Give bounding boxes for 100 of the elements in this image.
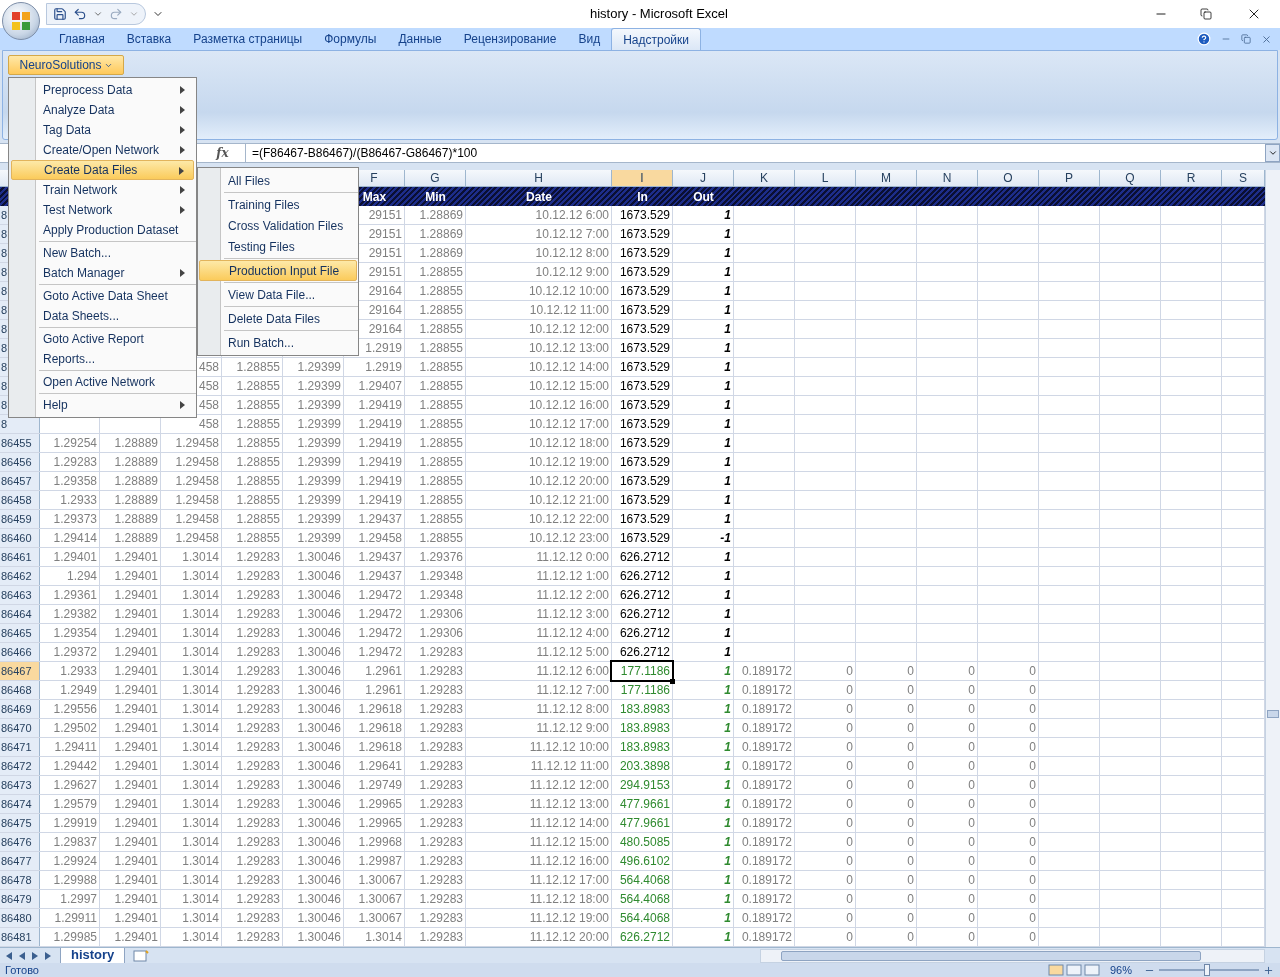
ribbon-tab[interactable]: Рецензирование xyxy=(452,28,568,50)
row-header[interactable]: 86463 xyxy=(0,586,40,604)
menu-item[interactable]: Create Data Files xyxy=(11,160,194,180)
row-header[interactable]: 86466 xyxy=(0,643,40,661)
menu-item[interactable]: Apply Production Dataset xyxy=(11,220,194,240)
menu-item[interactable]: Analyze Data xyxy=(11,100,194,120)
menu-item[interactable]: Training Files xyxy=(199,194,357,215)
caret-icon[interactable] xyxy=(129,9,139,19)
menu-item[interactable]: Train Network xyxy=(11,180,194,200)
column-header[interactable]: J xyxy=(673,170,734,186)
insert-sheet-icon[interactable] xyxy=(133,949,150,962)
row-header[interactable]: 86456 xyxy=(0,453,40,471)
ribbon-tab[interactable]: Главная xyxy=(48,28,116,50)
column-header[interactable]: G xyxy=(405,170,466,186)
table-cell-text: 0.189172 xyxy=(741,910,792,927)
menu-item[interactable]: Tag Data xyxy=(11,120,194,140)
menu-item[interactable]: Help xyxy=(11,395,194,415)
row-header[interactable]: 86471 xyxy=(0,738,40,756)
view-mode-icon[interactable] xyxy=(1083,964,1100,976)
scrollbar-thumb[interactable] xyxy=(1267,710,1279,718)
menu-item[interactable]: Preprocess Data xyxy=(11,80,194,100)
ribbon-tab[interactable]: Надстройки xyxy=(611,28,701,50)
menu-item[interactable]: Cross Validation Files xyxy=(199,215,357,236)
sheet-tab[interactable]: history xyxy=(60,947,126,964)
menu-item[interactable]: Run Batch... xyxy=(199,332,357,353)
menu-item[interactable]: Testing Files xyxy=(199,236,357,257)
row-header[interactable]: 86458 xyxy=(0,491,40,509)
zoom-slider-thumb[interactable] xyxy=(1204,964,1211,976)
column-header[interactable]: N xyxy=(917,170,978,186)
row-header[interactable]: 86455 xyxy=(0,434,40,452)
expand-formula-button[interactable] xyxy=(1265,144,1280,162)
row-header[interactable]: 86465 xyxy=(0,624,40,642)
ribbon-tab[interactable]: Формулы xyxy=(313,28,388,50)
restore-icon[interactable] xyxy=(1241,34,1251,44)
row-header[interactable]: 86472 xyxy=(0,757,40,775)
ribbon-tab[interactable]: Вставка xyxy=(115,28,183,50)
restore-icon[interactable] xyxy=(1200,8,1212,20)
column-header[interactable]: M xyxy=(856,170,917,186)
menu-item[interactable]: Production Input File xyxy=(199,260,357,281)
undo-icon[interactable] xyxy=(73,7,87,21)
menu-item[interactable]: View Data File... xyxy=(199,284,357,305)
row-header[interactable]: 86477 xyxy=(0,852,40,870)
row-header[interactable]: 86474 xyxy=(0,795,40,813)
row-header[interactable]: 86468 xyxy=(0,681,40,699)
save-icon[interactable] xyxy=(53,7,67,21)
row-header[interactable]: 86470 xyxy=(0,719,40,737)
column-header[interactable]: Q xyxy=(1100,170,1161,186)
row-header[interactable]: 86459 xyxy=(0,510,40,528)
column-header[interactable]: I xyxy=(612,170,673,186)
column-header[interactable]: O xyxy=(978,170,1039,186)
row-header[interactable]: 86478 xyxy=(0,871,40,889)
zoom-level[interactable]: 96% xyxy=(1109,961,1132,977)
vertical-scrollbar[interactable] xyxy=(1265,170,1280,947)
row-header[interactable]: 86460 xyxy=(0,529,40,547)
column-header[interactable]: P xyxy=(1039,170,1100,186)
row-header[interactable]: 86479 xyxy=(0,890,40,908)
office-button[interactable] xyxy=(2,2,40,40)
row-header[interactable]: 86461 xyxy=(0,548,40,566)
column-header[interactable]: L xyxy=(795,170,856,186)
scrollbar-thumb[interactable] xyxy=(781,950,1201,961)
ribbon-tab[interactable]: Вид xyxy=(567,28,612,50)
column-header[interactable]: R xyxy=(1161,170,1222,186)
table-cell-text: 0.189172 xyxy=(741,891,792,908)
menu-item[interactable]: Goto Active Data Sheet xyxy=(11,286,194,306)
redo-icon[interactable] xyxy=(109,7,123,21)
menu-item[interactable]: Test Network xyxy=(11,200,194,220)
help-icon[interactable] xyxy=(1197,32,1211,46)
horizontal-scrollbar[interactable] xyxy=(760,948,1265,963)
table-cell-text: 1.29419 xyxy=(358,416,402,433)
menu-item[interactable]: Open Active Network xyxy=(11,372,194,392)
table-cell-text: 1.28855 xyxy=(419,264,463,281)
ribbon-tab[interactable]: Разметка страницы xyxy=(182,28,314,50)
menu-item[interactable]: Goto Active Report xyxy=(11,329,194,349)
zoom-slider[interactable] xyxy=(1159,964,1259,976)
function-label[interactable]: fx xyxy=(216,144,229,162)
menu-item[interactable]: Reports... xyxy=(11,349,194,369)
menu-item[interactable]: Delete Data Files xyxy=(199,308,357,329)
menu-item[interactable]: Data Sheets... xyxy=(11,306,194,326)
menu-item[interactable]: Batch Manager xyxy=(11,263,194,283)
caret-icon[interactable] xyxy=(93,9,103,19)
menu-item[interactable]: Create/Open Network xyxy=(11,140,194,160)
row-header[interactable]: 86473 xyxy=(0,776,40,794)
row-header[interactable]: 86475 xyxy=(0,814,40,832)
row-header[interactable]: 86457 xyxy=(0,472,40,490)
row-header[interactable]: 86480 xyxy=(0,909,40,927)
row-header[interactable]: 86462 xyxy=(0,567,40,585)
table-cell-text: 1.30046 xyxy=(297,568,341,585)
fill-handle[interactable] xyxy=(670,679,675,684)
column-header[interactable]: K xyxy=(734,170,795,186)
addin-dropdown-button[interactable]: NeuroSolutions xyxy=(8,55,124,75)
row-header[interactable]: 86469 xyxy=(0,700,40,718)
row-header[interactable]: 86481 xyxy=(0,928,40,946)
ribbon-tab[interactable]: Данные xyxy=(387,28,453,50)
menu-item[interactable]: New Batch... xyxy=(11,243,194,263)
row-header[interactable]: 86464 xyxy=(0,605,40,623)
row-header[interactable]: 86467 xyxy=(0,662,40,680)
view-mode-icon[interactable] xyxy=(1065,964,1082,976)
zoom-in-icon[interactable] xyxy=(1263,964,1274,976)
row-header[interactable]: 86476 xyxy=(0,833,40,851)
table-cell-text: 1.3014 xyxy=(182,815,219,832)
